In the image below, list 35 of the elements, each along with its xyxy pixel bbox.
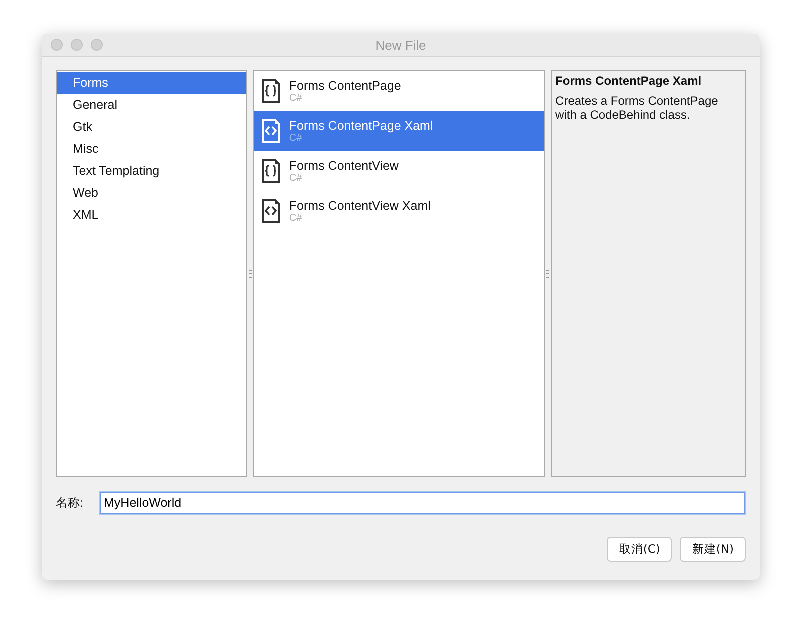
template-name: Forms ContentView <box>289 158 399 172</box>
category-item[interactable]: General <box>57 94 246 116</box>
window-title: New File <box>376 38 426 52</box>
create-button[interactable]: 新建(N) <box>680 537 746 562</box>
close-button[interactable] <box>51 39 63 51</box>
template-language: C# <box>289 132 304 144</box>
category-item[interactable]: Forms <box>57 72 246 94</box>
cancel-button[interactable]: 取消(C) <box>607 537 672 562</box>
template-name: Forms ContentPage Xaml <box>289 118 434 132</box>
category-item[interactable]: Misc <box>57 138 246 160</box>
template-language: C# <box>289 92 304 104</box>
name-field[interactable]: MyHelloWorld <box>100 492 745 514</box>
angle-brackets-file-icon <box>261 199 282 223</box>
description-text: Creates a Forms ContentPage with a CodeBehind class. <box>556 94 720 122</box>
template-language: C# <box>289 212 304 224</box>
category-item[interactable]: Text Templating <box>57 160 246 182</box>
zoom-button[interactable] <box>91 39 103 51</box>
splitter-handle[interactable] <box>546 270 550 278</box>
template-language: C# <box>289 172 304 184</box>
template-item[interactable]: Forms ContentPage Xaml C# <box>254 111 544 151</box>
template-name: Forms ContentPage <box>289 78 402 92</box>
minimize-button[interactable] <box>71 39 83 51</box>
braces-file-icon <box>261 79 282 103</box>
angle-brackets-file-icon <box>261 119 282 143</box>
splitter-handle[interactable] <box>248 270 252 278</box>
braces-file-icon <box>261 159 282 183</box>
category-item[interactable]: XML <box>57 204 246 226</box>
name-label: 名称: <box>56 494 84 512</box>
template-name: Forms ContentView Xaml <box>289 198 431 212</box>
description-title: Forms ContentPage Xaml <box>556 74 703 88</box>
category-item[interactable]: Web <box>57 182 246 204</box>
category-item[interactable]: Gtk <box>57 116 246 138</box>
template-item[interactable]: Forms ContentView Xaml C# <box>254 191 544 231</box>
template-item[interactable]: Forms ContentView C# <box>254 151 544 191</box>
template-item[interactable]: Forms ContentPage C# <box>254 71 544 111</box>
